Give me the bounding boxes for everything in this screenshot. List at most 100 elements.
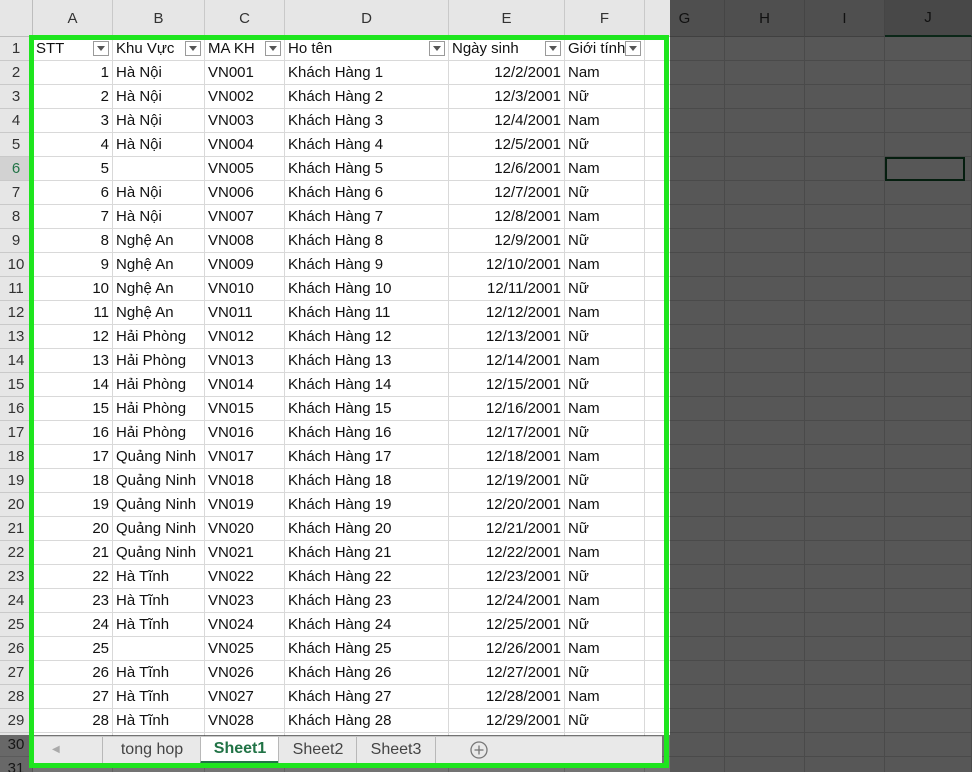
- cell-j4[interactable]: [885, 109, 972, 133]
- row-header-11[interactable]: 11: [0, 277, 33, 301]
- row-header-25[interactable]: 25: [0, 613, 33, 637]
- cell-a14[interactable]: 13: [33, 349, 113, 373]
- cell-e26[interactable]: 12/26/2001: [449, 637, 565, 661]
- row-header-22[interactable]: 22: [0, 541, 33, 565]
- cell-e28[interactable]: 12/28/2001: [449, 685, 565, 709]
- cell-a17[interactable]: 16: [33, 421, 113, 445]
- row-header-30[interactable]: 30: [0, 733, 33, 757]
- cell-e15[interactable]: 12/15/2001: [449, 373, 565, 397]
- cell-j16[interactable]: [885, 397, 972, 421]
- row-header-26[interactable]: 26: [0, 637, 33, 661]
- cell-f17[interactable]: Nữ: [565, 421, 645, 445]
- cell-f15[interactable]: Nữ: [565, 373, 645, 397]
- cell-h3[interactable]: [725, 85, 805, 109]
- cell-i26[interactable]: [805, 637, 885, 661]
- cell-j13[interactable]: [885, 325, 972, 349]
- cell-c20[interactable]: VN019: [205, 493, 285, 517]
- cell-a12[interactable]: 11: [33, 301, 113, 325]
- cell-b14[interactable]: Hải Phòng: [113, 349, 205, 373]
- cell-j23[interactable]: [885, 565, 972, 589]
- cell-g13[interactable]: [645, 325, 725, 349]
- cell-h16[interactable]: [725, 397, 805, 421]
- cell-h17[interactable]: [725, 421, 805, 445]
- cell-e7[interactable]: 12/7/2001: [449, 181, 565, 205]
- cell-g9[interactable]: [645, 229, 725, 253]
- cell-b7[interactable]: Hà Nội: [113, 181, 205, 205]
- cell-c9[interactable]: VN008: [205, 229, 285, 253]
- filter-dropdown-ho_ten[interactable]: [429, 41, 445, 56]
- cell-h27[interactable]: [725, 661, 805, 685]
- row-header-17[interactable]: 17: [0, 421, 33, 445]
- row-header-10[interactable]: 10: [0, 253, 33, 277]
- cell-i12[interactable]: [805, 301, 885, 325]
- row-header-15[interactable]: 15: [0, 373, 33, 397]
- cell-i6[interactable]: [805, 157, 885, 181]
- cell-f19[interactable]: Nữ: [565, 469, 645, 493]
- cell-b23[interactable]: Hà Tĩnh: [113, 565, 205, 589]
- cell-b28[interactable]: Hà Tĩnh: [113, 685, 205, 709]
- column-header-h[interactable]: H: [725, 0, 805, 37]
- cell-a23[interactable]: 22: [33, 565, 113, 589]
- cell-j1[interactable]: [885, 37, 972, 61]
- cell-h26[interactable]: [725, 637, 805, 661]
- cell-h8[interactable]: [725, 205, 805, 229]
- cell-d15[interactable]: Khách Hàng 14: [285, 373, 449, 397]
- cell-b8[interactable]: Hà Nội: [113, 205, 205, 229]
- sheet-tab-sheet3[interactable]: Sheet3: [356, 737, 436, 763]
- cell-i21[interactable]: [805, 517, 885, 541]
- cell-h30[interactable]: [725, 733, 805, 757]
- cell-j14[interactable]: [885, 349, 972, 373]
- cell-h6[interactable]: [725, 157, 805, 181]
- cell-a24[interactable]: 23: [33, 589, 113, 613]
- cell-c17[interactable]: VN016: [205, 421, 285, 445]
- cell-j17[interactable]: [885, 421, 972, 445]
- cell-g3[interactable]: [645, 85, 725, 109]
- cell-j28[interactable]: [885, 685, 972, 709]
- cell-g26[interactable]: [645, 637, 725, 661]
- row-header-18[interactable]: 18: [0, 445, 33, 469]
- cell-e16[interactable]: 12/16/2001: [449, 397, 565, 421]
- cell-i29[interactable]: [805, 709, 885, 733]
- cell-h11[interactable]: [725, 277, 805, 301]
- cell-b4[interactable]: Hà Nội: [113, 109, 205, 133]
- cell-c19[interactable]: VN018: [205, 469, 285, 493]
- cell-j8[interactable]: [885, 205, 972, 229]
- cell-f8[interactable]: Nam: [565, 205, 645, 229]
- cell-g8[interactable]: [645, 205, 725, 229]
- row-header-27[interactable]: 27: [0, 661, 33, 685]
- cell-e4[interactable]: 12/4/2001: [449, 109, 565, 133]
- cell-c23[interactable]: VN022: [205, 565, 285, 589]
- cell-a10[interactable]: 9: [33, 253, 113, 277]
- cell-c8[interactable]: VN007: [205, 205, 285, 229]
- row-header-2[interactable]: 2: [0, 61, 33, 85]
- cell-i8[interactable]: [805, 205, 885, 229]
- cell-h22[interactable]: [725, 541, 805, 565]
- cell-g17[interactable]: [645, 421, 725, 445]
- cell-g7[interactable]: [645, 181, 725, 205]
- cell-d25[interactable]: Khách Hàng 24: [285, 613, 449, 637]
- cell-f2[interactable]: Nam: [565, 61, 645, 85]
- cell-f29[interactable]: Nữ: [565, 709, 645, 733]
- cell-i19[interactable]: [805, 469, 885, 493]
- row-header-3[interactable]: 3: [0, 85, 33, 109]
- cell-i7[interactable]: [805, 181, 885, 205]
- cell-j12[interactable]: [885, 301, 972, 325]
- cell-a21[interactable]: 20: [33, 517, 113, 541]
- cell-h4[interactable]: [725, 109, 805, 133]
- cell-h2[interactable]: [725, 61, 805, 85]
- cell-d8[interactable]: Khách Hàng 7: [285, 205, 449, 229]
- cell-b3[interactable]: Hà Nội: [113, 85, 205, 109]
- cell-e29[interactable]: 12/29/2001: [449, 709, 565, 733]
- cell-e8[interactable]: 12/8/2001: [449, 205, 565, 229]
- cell-j9[interactable]: [885, 229, 972, 253]
- cell-d7[interactable]: Khách Hàng 6: [285, 181, 449, 205]
- cell-j19[interactable]: [885, 469, 972, 493]
- cell-a27[interactable]: 26: [33, 661, 113, 685]
- cell-i24[interactable]: [805, 589, 885, 613]
- row-header-28[interactable]: 28: [0, 685, 33, 709]
- cell-j25[interactable]: [885, 613, 972, 637]
- cell-f22[interactable]: Nam: [565, 541, 645, 565]
- cell-b18[interactable]: Quảng Ninh: [113, 445, 205, 469]
- cell-e5[interactable]: 12/5/2001: [449, 133, 565, 157]
- cell-a4[interactable]: 3: [33, 109, 113, 133]
